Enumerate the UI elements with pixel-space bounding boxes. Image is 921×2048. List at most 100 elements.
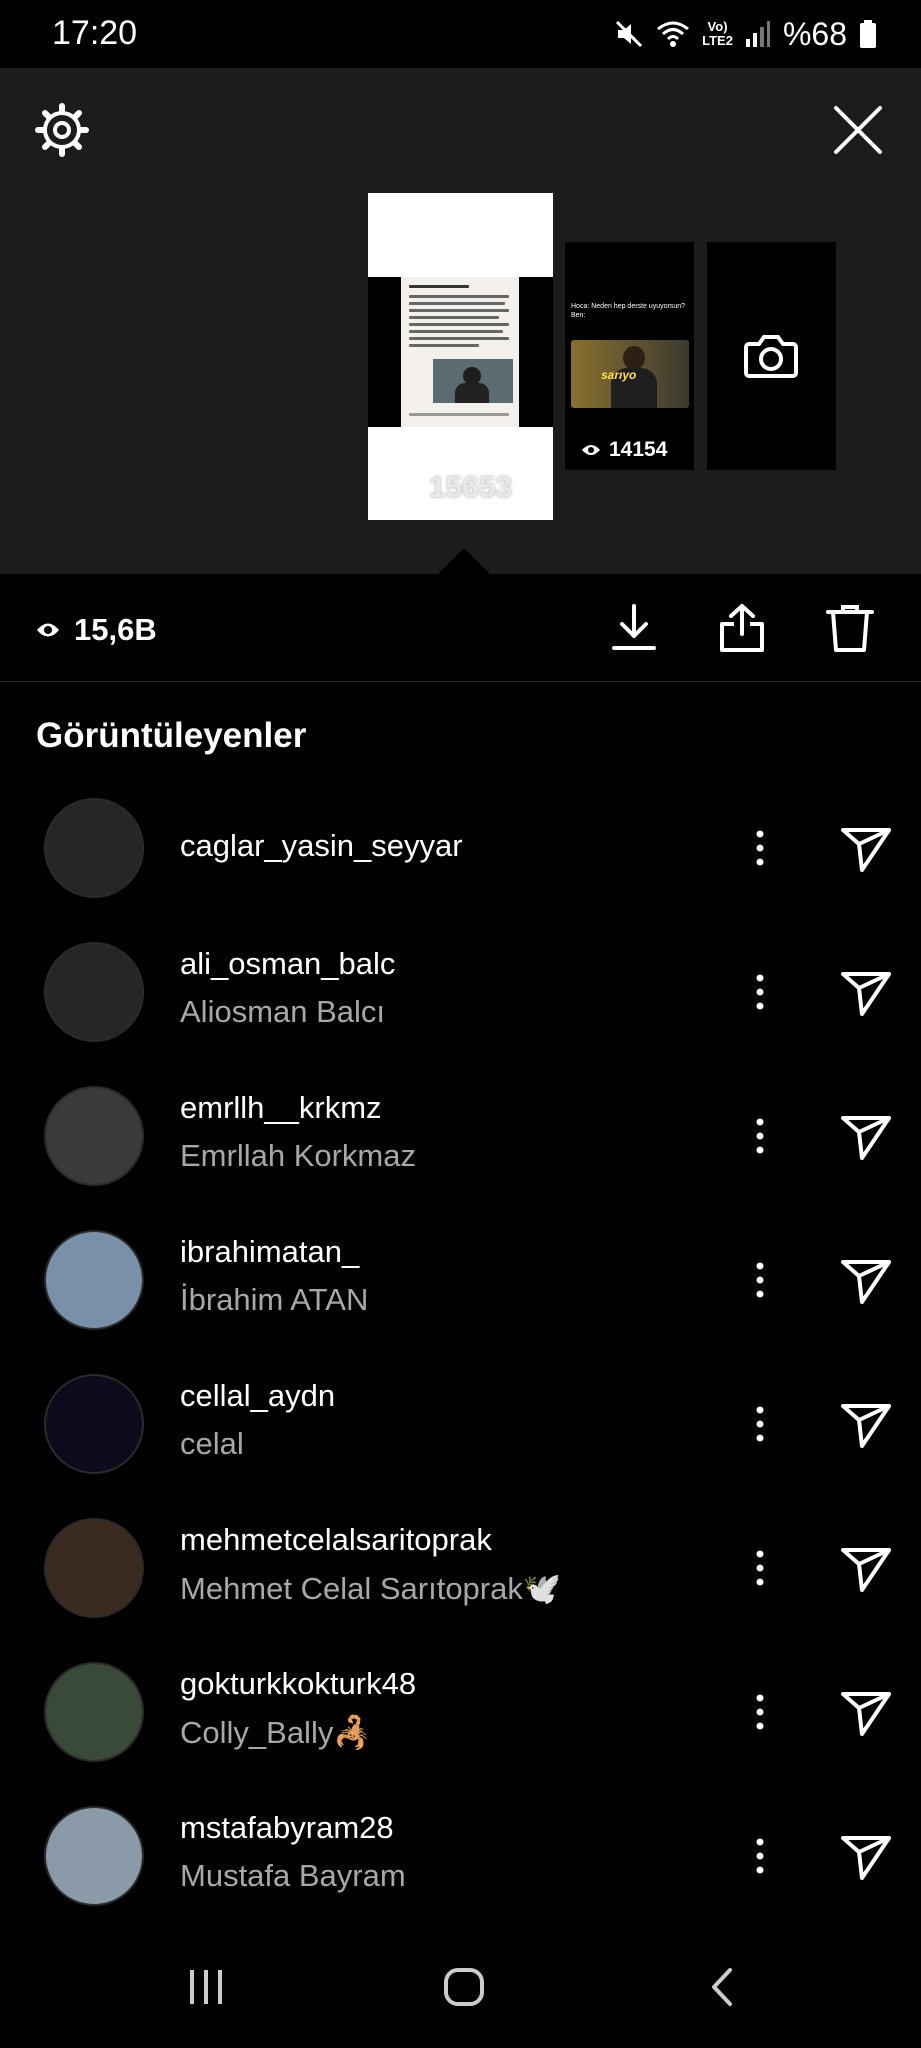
viewer-row[interactable]: mstafabyram28 Mustafa Bayram — [0, 1784, 921, 1928]
status-icons: Vo) LTE2 %68 — [614, 12, 877, 56]
more-options-button[interactable] — [744, 1828, 776, 1884]
more-options-button[interactable] — [744, 964, 776, 1020]
selected-pointer — [438, 548, 490, 574]
avatar[interactable] — [44, 1374, 144, 1474]
viewer-username[interactable]: cellal_aydn — [180, 1378, 335, 1414]
home-icon — [444, 1968, 484, 2006]
share-button[interactable] — [716, 602, 768, 654]
send-message-button[interactable] — [838, 1252, 894, 1308]
more-vertical-icon — [756, 974, 764, 1010]
paper-plane-icon — [841, 1404, 891, 1448]
viewer-row[interactable]: emrllh__krkmz Emrllah Korkmaz — [0, 1064, 921, 1208]
more-vertical-icon — [756, 1694, 764, 1730]
story-sticker: sarıyo — [601, 368, 637, 382]
send-message-button[interactable] — [838, 820, 894, 876]
download-icon — [612, 604, 656, 650]
viewer-row[interactable]: ali_osman_balc Aliosman Balcı — [0, 920, 921, 1064]
add-story-button[interactable] — [707, 242, 836, 470]
viewer-row[interactable]: ibrahimatan_ İbrahim ATAN — [0, 1208, 921, 1352]
recents-button[interactable] — [176, 1960, 236, 2016]
more-vertical-icon — [756, 1838, 764, 1874]
viewer-username[interactable]: emrllh__krkmz — [180, 1090, 382, 1126]
settings-button[interactable] — [34, 102, 90, 158]
paper-plane-icon — [841, 828, 891, 872]
more-options-button[interactable] — [744, 1396, 776, 1452]
home-button[interactable] — [434, 1960, 494, 2016]
send-message-button[interactable] — [838, 1396, 894, 1452]
avatar[interactable] — [44, 942, 144, 1042]
avatar[interactable] — [44, 1662, 144, 1762]
more-options-button[interactable] — [744, 820, 776, 876]
more-vertical-icon — [756, 830, 764, 866]
avatar[interactable] — [44, 798, 144, 898]
more-vertical-icon — [756, 1550, 764, 1586]
eye-icon — [37, 623, 59, 637]
viewer-username[interactable]: mehmetcelalsaritoprak — [180, 1522, 492, 1558]
paper-plane-icon — [841, 1116, 891, 1160]
viewer-row[interactable]: mehmetcelalsaritoprak Mehmet Celal Sarıt… — [0, 1496, 921, 1640]
avatar[interactable] — [44, 1230, 144, 1330]
signal-icon — [745, 21, 770, 47]
viewer-fullname: Emrllah Korkmaz — [180, 1138, 416, 1173]
avatar[interactable] — [44, 1518, 144, 1618]
mute-icon — [616, 20, 643, 48]
viewer-row[interactable]: caglar_yasin_seyyar — [0, 776, 921, 920]
system-nav-bar — [0, 1930, 921, 2048]
send-message-button[interactable] — [838, 1828, 894, 1884]
viewer-row[interactable]: cellal_aydn celal — [0, 1352, 921, 1496]
send-message-button[interactable] — [838, 1684, 894, 1740]
viewers-title: Görüntüleyenler — [36, 716, 307, 755]
paper-plane-icon — [841, 1260, 891, 1304]
viewer-fullname: İbrahim ATAN — [180, 1282, 369, 1317]
story-view-count: 15653 — [428, 471, 513, 504]
story-screenshot-image — [401, 277, 519, 427]
status-time: 17:20 — [52, 14, 138, 52]
story-thumbnail-selected[interactable]: 15653 — [368, 193, 553, 520]
wifi-icon — [657, 21, 690, 47]
story-photo: sarıyo — [571, 340, 689, 408]
viewer-row[interactable]: gokturkkokturk48 Colly_Bally🦂 — [0, 1640, 921, 1784]
battery-level: %68 — [782, 15, 847, 52]
paper-plane-icon — [841, 972, 891, 1016]
network-indicator: Vo) LTE2 — [702, 19, 733, 48]
back-button[interactable] — [692, 1960, 752, 2016]
eye-icon — [582, 445, 600, 455]
avatar[interactable] — [44, 1086, 144, 1186]
more-options-button[interactable] — [744, 1252, 776, 1308]
recents-icon — [190, 1970, 222, 2004]
more-vertical-icon — [756, 1118, 764, 1154]
viewer-username[interactable]: ibrahimatan_ — [180, 1234, 359, 1270]
share-icon — [720, 604, 764, 652]
viewer-username[interactable]: gokturkkokturk48 — [180, 1666, 416, 1702]
more-vertical-icon — [756, 1406, 764, 1442]
story-thumbnail[interactable]: Hoca: Neden hep derste uyuyorsun? Ben: s… — [565, 242, 694, 470]
battery-icon — [860, 20, 876, 48]
status-bar: 17:20 Vo) LTE2 %68 — [0, 0, 921, 68]
back-icon — [712, 1968, 732, 2006]
paper-plane-icon — [841, 1548, 891, 1592]
camera-icon — [744, 335, 798, 378]
close-button[interactable] — [830, 102, 886, 158]
total-views: 15,6B — [36, 612, 157, 648]
download-button[interactable] — [608, 602, 660, 654]
send-message-button[interactable] — [838, 1540, 894, 1596]
viewer-fullname: Mustafa Bayram — [180, 1858, 406, 1893]
story-caption: Hoca: Neden hep derste uyuyorsun? Ben: — [571, 303, 686, 319]
more-options-button[interactable] — [744, 1108, 776, 1164]
viewer-username[interactable]: caglar_yasin_seyyar — [180, 828, 463, 864]
gear-icon — [35, 103, 89, 157]
close-icon — [834, 106, 882, 154]
viewer-fullname: Mehmet Celal Sarıtoprak🕊️ — [180, 1571, 562, 1606]
avatar[interactable] — [44, 1806, 144, 1906]
send-message-button[interactable] — [838, 964, 894, 1020]
viewer-fullname: Colly_Bally🦂 — [180, 1715, 372, 1750]
viewer-fullname: celal — [180, 1426, 244, 1461]
more-options-button[interactable] — [744, 1540, 776, 1596]
more-options-button[interactable] — [744, 1684, 776, 1740]
send-message-button[interactable] — [838, 1108, 894, 1164]
viewer-username[interactable]: ali_osman_balc — [180, 946, 395, 982]
story-view-count: 14154 — [581, 438, 667, 462]
viewer-username[interactable]: mstafabyram28 — [180, 1810, 394, 1846]
more-vertical-icon — [756, 1262, 764, 1298]
delete-button[interactable] — [824, 602, 876, 654]
